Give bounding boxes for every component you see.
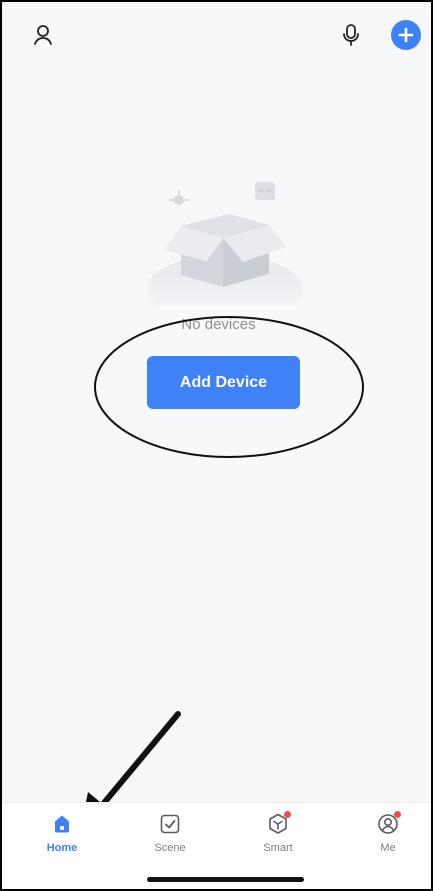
empty-box-illustration xyxy=(147,182,303,305)
tab-home[interactable]: Home xyxy=(27,812,97,862)
smart-badge xyxy=(284,811,291,818)
tab-smart[interactable]: Smart xyxy=(243,811,313,862)
tab-smart-label: Smart xyxy=(263,842,293,854)
profile-button[interactable] xyxy=(28,20,58,50)
add-device-button[interactable]: Add Device xyxy=(147,356,300,409)
me-badge xyxy=(394,811,401,818)
empty-state-message: No devices xyxy=(181,316,256,333)
smart-tab-icon-wrap xyxy=(264,811,292,836)
mic-icon xyxy=(343,24,359,46)
home-tab-icon-wrap xyxy=(48,812,76,836)
tab-me-label: Me xyxy=(380,842,396,854)
tab-scene[interactable]: Scene xyxy=(135,812,205,862)
me-tab-icon-wrap xyxy=(374,811,402,836)
scene-tab-icon-wrap xyxy=(156,812,184,836)
home-icon xyxy=(55,815,69,833)
tab-scene-label: Scene xyxy=(154,842,186,854)
app-screen: No devices Add Device Home Scene Smart M… xyxy=(2,2,431,889)
add-button[interactable] xyxy=(391,20,421,50)
scene-check-icon xyxy=(160,814,180,834)
user-icon xyxy=(34,25,52,45)
home-indicator xyxy=(147,877,304,882)
tab-home-label: Home xyxy=(46,842,78,854)
top-bar xyxy=(2,2,431,72)
bottom-tab-bar: Home Scene Smart Me xyxy=(2,802,431,889)
plus-icon xyxy=(398,27,414,43)
screenshot-frame: No devices Add Device Home Scene Smart M… xyxy=(0,0,433,891)
voice-button[interactable] xyxy=(336,20,366,50)
tab-me[interactable]: Me xyxy=(353,811,423,862)
